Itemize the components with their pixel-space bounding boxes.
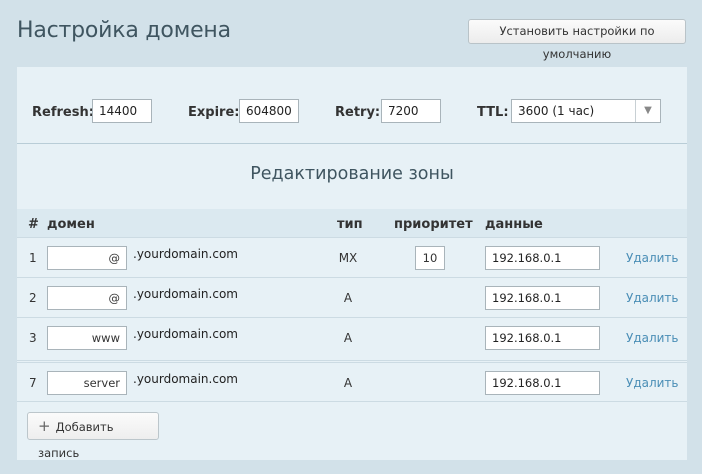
table-row: 2 @ .yourdomain.com A 192.168.0.1 Удалит… — [17, 277, 687, 318]
table-row: 7 server .yourdomain.com A 192.168.0.1 У… — [17, 360, 687, 403]
col-domain: домен — [47, 217, 95, 232]
priority-input[interactable]: 10 — [415, 246, 445, 270]
domain-suffix: .yourdomain.com — [133, 372, 238, 386]
data-input[interactable]: 192.168.0.1 — [485, 246, 600, 270]
dropdown-arrow-icon: ▼ — [635, 100, 660, 122]
host-input[interactable]: @ — [47, 246, 127, 270]
row-number: 7 — [29, 376, 37, 390]
col-num: # — [28, 217, 39, 232]
row-number: 1 — [29, 251, 37, 265]
record-type: MX — [338, 251, 358, 265]
col-priority: приоритет — [394, 217, 473, 232]
divider — [17, 401, 687, 402]
record-type: A — [343, 331, 353, 345]
host-input[interactable]: @ — [47, 286, 127, 310]
expire-input[interactable]: 604800 — [239, 99, 299, 123]
col-data: данные — [485, 217, 543, 232]
refresh-label: Refresh: — [32, 105, 94, 120]
delete-link[interactable]: Удалить — [626, 291, 679, 305]
expire-label: Expire: — [188, 105, 240, 120]
ttl-select[interactable]: 3600 (1 час) ▼ — [511, 99, 661, 123]
retry-label: Retry: — [335, 105, 381, 120]
domain-suffix: .yourdomain.com — [133, 287, 238, 301]
data-input[interactable]: 192.168.0.1 — [485, 326, 600, 350]
retry-input[interactable]: 7200 — [381, 99, 441, 123]
set-defaults-button[interactable]: Установить настройки по умолчанию — [468, 19, 686, 61]
plus-icon: + — [38, 417, 51, 435]
record-type: A — [343, 291, 353, 305]
page-title: Настройка домена — [17, 18, 231, 43]
delete-link[interactable]: Удалить — [626, 251, 679, 265]
record-type: A — [343, 376, 353, 390]
col-type: тип — [337, 217, 363, 232]
ttl-label: TTL: — [477, 105, 509, 120]
ttl-selected-value: 3600 (1 час) — [518, 104, 595, 118]
table-row: 3 www .yourdomain.com A 192.168.0.1 Удал… — [17, 317, 687, 358]
table-row: 1 @ .yourdomain.com MX 10 192.168.0.1 Уд… — [17, 237, 687, 278]
row-number: 2 — [29, 291, 37, 305]
data-input[interactable]: 192.168.0.1 — [485, 371, 600, 395]
divider — [17, 143, 687, 144]
domain-suffix: .yourdomain.com — [133, 247, 238, 261]
row-number: 3 — [29, 331, 37, 345]
soa-settings-row: Refresh: 14400 Expire: 604800 Retry: 720… — [17, 99, 687, 127]
zone-title: Редактирование зоны — [250, 164, 454, 184]
host-input[interactable]: www — [47, 326, 127, 350]
data-input[interactable]: 192.168.0.1 — [485, 286, 600, 310]
domain-settings-panel: Refresh: 14400 Expire: 604800 Retry: 720… — [17, 67, 687, 460]
host-input[interactable]: server — [47, 371, 127, 395]
refresh-input[interactable]: 14400 — [92, 99, 152, 123]
delete-link[interactable]: Удалить — [626, 376, 679, 390]
domain-suffix: .yourdomain.com — [133, 327, 238, 341]
add-record-button[interactable]: + Добавить запись — [27, 412, 159, 460]
delete-link[interactable]: Удалить — [626, 331, 679, 345]
